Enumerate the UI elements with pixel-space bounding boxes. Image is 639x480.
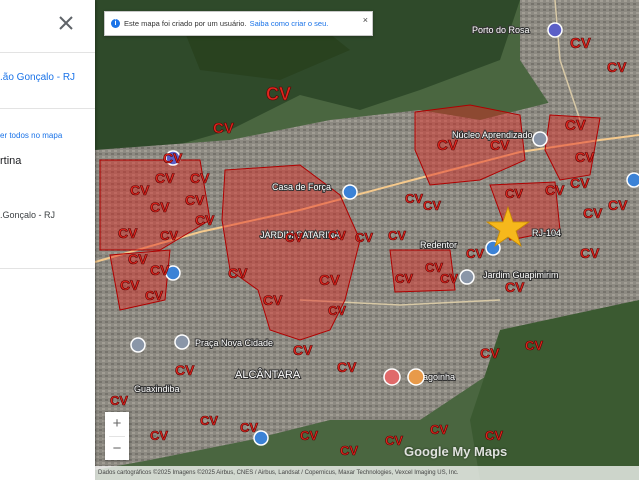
cv-marker[interactable]: CV [565, 117, 586, 135]
banner-link[interactable]: Saiba como criar o seu. [250, 19, 329, 28]
cv-marker[interactable]: CV [485, 428, 504, 444]
poi-pin [532, 131, 548, 147]
cv-marker[interactable]: CV [490, 137, 511, 154]
place-label: Redentor [420, 240, 457, 250]
poi-pin [342, 184, 358, 200]
cv-marker[interactable]: CV [293, 342, 314, 359]
zoom-control: + − [105, 412, 129, 460]
place-label: Guaxindiba [134, 384, 180, 394]
cv-marker[interactable]: CV [300, 428, 319, 444]
cv-marker[interactable]: CV [150, 199, 171, 216]
cv-marker[interactable]: CV [120, 277, 141, 294]
cv-marker[interactable]: CV [328, 228, 347, 244]
place-label: Praça Nova Cidade [195, 338, 273, 348]
cv-marker[interactable]: CV [155, 170, 176, 187]
cv-marker[interactable]: CV [545, 182, 566, 199]
cv-marker[interactable]: CV [430, 422, 449, 438]
place-label: ALCÂNTARA [235, 368, 301, 381]
cv-marker[interactable]: CV [607, 59, 628, 76]
cv-marker[interactable]: CV [160, 228, 179, 244]
layer-name[interactable]: rtina [0, 155, 95, 167]
map-title: ão Gonçalo - RJ. [0, 72, 76, 83]
poi-pin [174, 334, 190, 350]
cv-marker[interactable]: CV [480, 345, 501, 362]
zoom-in-button[interactable]: + [105, 412, 129, 436]
cv-marker[interactable]: CV [319, 272, 340, 290]
zoom-out-button[interactable]: − [105, 437, 129, 461]
cv-marker[interactable]: CV [355, 230, 374, 246]
layer-subtitle: Gonçalo - RJ. [0, 210, 56, 220]
cv-marker[interactable]: CV [405, 191, 424, 207]
cv-marker[interactable]: CV [525, 338, 544, 354]
cv-marker[interactable]: CV [185, 192, 206, 209]
cv-marker[interactable]: CV [263, 292, 284, 309]
layers-panel: ão Gonçalo - RJ. er todos no mapa rtina … [0, 0, 95, 480]
cv-marker[interactable]: CV [163, 150, 184, 167]
cv-marker[interactable]: CV [118, 225, 139, 242]
cv-marker[interactable]: CV [388, 228, 407, 244]
place-label: Casa de Força [272, 182, 331, 192]
cv-marker[interactable]: CV [130, 182, 151, 199]
cv-marker[interactable]: CV [570, 175, 591, 192]
cv-marker[interactable]: CV [228, 265, 249, 282]
cv-marker[interactable]: CV [200, 413, 219, 429]
cv-marker[interactable]: CV [505, 186, 524, 202]
poi-pin [626, 172, 639, 188]
poi-pin [130, 337, 146, 353]
cv-marker[interactable]: CV [175, 362, 196, 379]
cv-marker[interactable]: CV [128, 251, 149, 268]
cv-marker[interactable]: CV [266, 84, 292, 105]
place-label: RJ-104 [532, 228, 561, 238]
satellite-map[interactable]: Porto do Rosa Núcleo Aprendizado Casa de… [0, 0, 639, 480]
cv-marker[interactable]: CV [583, 205, 604, 222]
place-label: Porto do Rosa [472, 25, 530, 35]
cv-marker[interactable]: CV [213, 120, 234, 138]
cv-marker[interactable]: CV [195, 212, 216, 229]
cv-marker[interactable]: CV [423, 198, 442, 214]
cv-marker[interactable]: CV [110, 393, 129, 409]
cv-marker[interactable]: CV [150, 262, 171, 279]
cv-marker[interactable]: CV [190, 170, 211, 187]
cv-marker[interactable]: CV [340, 443, 359, 459]
cv-marker[interactable]: CV [608, 197, 629, 214]
cv-marker[interactable]: CV [466, 246, 485, 262]
cv-marker[interactable]: CV [328, 303, 347, 319]
map-attribution[interactable]: Dados cartográficos ©2025 Imagens ©2025 … [95, 466, 639, 480]
cv-marker[interactable]: CV [395, 271, 414, 287]
cv-marker[interactable]: CV [437, 137, 458, 155]
poi-pin [407, 368, 425, 386]
cv-marker[interactable]: CV [505, 279, 526, 296]
cv-marker[interactable]: CV [570, 35, 591, 53]
cv-marker[interactable]: CV [385, 433, 404, 449]
banner-close-button[interactable]: × [363, 15, 368, 25]
google-my-maps-logo: Google My Maps [404, 444, 508, 459]
cv-marker[interactable]: CV [575, 149, 596, 166]
cv-marker[interactable]: CV [240, 420, 259, 436]
poi-pin [383, 368, 401, 386]
info-icon: i [111, 19, 120, 28]
cv-marker[interactable]: CV [580, 245, 601, 262]
cv-marker[interactable]: CV [337, 359, 358, 376]
close-icon[interactable] [57, 14, 75, 32]
cv-marker[interactable]: CV [285, 230, 304, 246]
cv-marker[interactable]: CV [150, 428, 169, 444]
view-all-link[interactable]: er todos no mapa [0, 131, 95, 140]
poi-pin [459, 269, 475, 285]
poi-pin [547, 22, 563, 38]
banner-text: Este mapa foi criado por um usuário. [124, 19, 247, 28]
info-banner: i Este mapa foi criado por um usuário. S… [104, 11, 373, 36]
cv-marker[interactable]: CV [440, 271, 459, 287]
cv-marker[interactable]: CV [145, 288, 164, 304]
